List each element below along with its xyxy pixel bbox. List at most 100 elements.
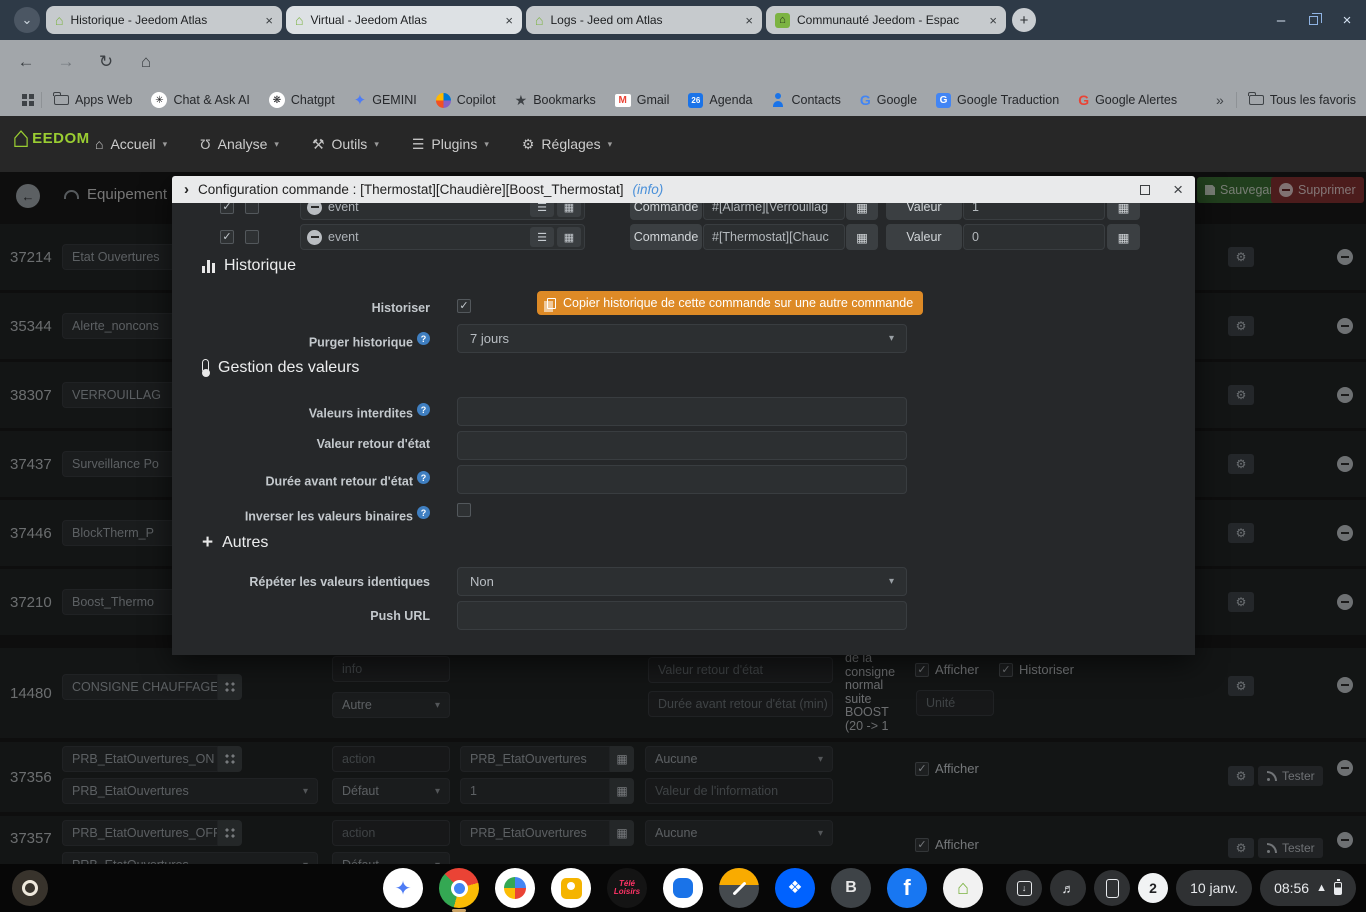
forbidden-values-input[interactable] <box>457 397 907 426</box>
bookmark-google-traduction[interactable]: GGoogle Traduction <box>936 93 1059 108</box>
window-minimize-button[interactable]: – <box>1266 0 1296 40</box>
event-checkbox[interactable]: ✓ <box>220 230 234 244</box>
browser-tab-logs[interactable]: ⌂ Logs - Jeed om Atlas × <box>526 6 762 34</box>
invert-binary-checkbox[interactable] <box>457 503 471 517</box>
launcher-button[interactable] <box>12 870 48 906</box>
forward-button[interactable]: → <box>46 52 86 72</box>
bookmark-bookmarks[interactable]: ★Bookmarks <box>515 92 596 109</box>
bookmarks-overflow-icon[interactable]: » <box>1216 92 1224 108</box>
tab-close-icon[interactable]: × <box>505 14 513 27</box>
bookmark-gemini[interactable]: ✦GEMINI <box>354 91 417 109</box>
remove-event-icon[interactable] <box>307 230 322 245</box>
facebook-app-icon[interactable]: f <box>887 868 927 908</box>
help-icon[interactable]: ? <box>417 471 430 484</box>
bookmark-copilot[interactable]: Copilot <box>436 93 496 108</box>
help-icon[interactable]: ? <box>417 506 430 519</box>
tab-close-icon[interactable]: × <box>265 14 273 27</box>
keep-app-icon[interactable] <box>551 868 591 908</box>
photos-app-icon[interactable] <box>495 868 535 908</box>
push-url-input[interactable] <box>457 601 907 630</box>
date-pill[interactable]: 10 janv. <box>1176 870 1252 906</box>
chrome-app-icon[interactable] <box>439 868 479 908</box>
browser-tab-historique[interactable]: ⌂ Historique - Jeedom Atlas × <box>46 6 282 34</box>
state-delay-input[interactable] <box>457 465 907 494</box>
all-bookmarks-folder[interactable]: Tous les favoris <box>1249 93 1356 107</box>
event-value-group[interactable]: event ☰ ▦ <box>300 203 585 220</box>
table-icon-button[interactable]: ▦ <box>1107 203 1140 220</box>
value-input[interactable]: 1 <box>963 203 1105 220</box>
dialog-title: Configuration commande : [Thermostat][Ch… <box>198 182 623 197</box>
stethoscope-icon: Ʊ <box>200 136 210 152</box>
messages-app-icon[interactable] <box>663 868 703 908</box>
copy-history-button[interactable]: Copier historique de cette commande sur … <box>537 291 923 315</box>
menu-analyse[interactable]: ƱAnalyse▾ <box>200 136 279 152</box>
event-checkbox-2[interactable] <box>245 230 259 244</box>
table-icon-button[interactable]: ▦ <box>846 203 878 220</box>
bookmark-chat-ask-ai[interactable]: ✳Chat & Ask AI <box>151 92 249 108</box>
dialog-header[interactable]: › Configuration commande : [Thermostat][… <box>172 176 1195 203</box>
remove-event-icon[interactable] <box>307 203 322 215</box>
tab-close-icon[interactable]: × <box>745 14 753 27</box>
new-tab-button[interactable]: + <box>1012 8 1036 32</box>
value-input[interactable]: 0 <box>963 224 1105 250</box>
notification-counter[interactable]: 2 <box>1138 873 1168 903</box>
bookmark-google[interactable]: GGoogle <box>860 92 917 108</box>
menu-accueil[interactable]: ⌂Accueil▾ <box>95 136 167 152</box>
state-return-input[interactable] <box>457 431 907 460</box>
list-icon[interactable]: ☰ <box>530 227 554 247</box>
menu-plugins[interactable]: ☰Plugins▾ <box>412 136 489 153</box>
b-app-icon[interactable]: B <box>831 868 871 908</box>
table-icon[interactable]: ▦ <box>557 203 581 217</box>
star-icon: ★ <box>515 92 528 109</box>
jeedom-app-icon[interactable]: ⌂ <box>943 868 983 908</box>
bookmark-chatgpt[interactable]: ❋Chatgpt <box>269 92 335 108</box>
command-ref-input[interactable]: #[Thermostat][Chauc <box>703 224 845 250</box>
command-ref-input[interactable]: #[Alarme][Verrouillag <box>703 203 845 220</box>
tab-search-button[interactable]: ⌄ <box>14 7 40 33</box>
dialog-maximize-icon[interactable] <box>1140 185 1150 195</box>
back-button[interactable]: ← <box>6 52 46 72</box>
folder-icon <box>1249 95 1264 105</box>
bookmark-apps-web[interactable]: Apps Web <box>54 93 132 107</box>
tools-app-icon[interactable] <box>719 868 759 908</box>
home-button[interactable]: ⌂ <box>126 52 166 72</box>
table-icon-button[interactable]: ▦ <box>846 224 878 250</box>
apps-grid-icon[interactable] <box>22 94 27 99</box>
event-value-group[interactable]: event ☰ ▦ <box>300 224 585 250</box>
event-checkbox[interactable]: ✓ <box>220 203 234 214</box>
jeedom-house-icon: ⌂ <box>12 124 30 151</box>
menu-reglages[interactable]: ⚙Réglages▾ <box>522 136 612 153</box>
forbidden-values-label: Valeurs interdites? <box>172 403 430 421</box>
help-icon[interactable]: ? <box>417 332 430 345</box>
window-restore-button[interactable] <box>1298 0 1328 40</box>
phone-hub-tray-icon[interactable] <box>1094 870 1130 906</box>
menu-outils[interactable]: ⚒Outils▾ <box>312 136 379 153</box>
browser-tab-virtual[interactable]: ⌂ Virtual - Jeedom Atlas × <box>286 6 522 34</box>
reload-button[interactable]: ↻ <box>86 52 126 72</box>
dialog-close-icon[interactable]: × <box>1173 181 1183 198</box>
dropbox-app-icon[interactable]: ❖ <box>775 868 815 908</box>
help-icon[interactable]: ? <box>417 403 430 416</box>
bookmark-google-alertes[interactable]: GGoogle Alertes <box>1078 92 1177 108</box>
repeat-values-select[interactable]: Non▾ <box>457 567 907 596</box>
list-icon[interactable]: ☰ <box>530 203 554 217</box>
jeedom-logo[interactable]: ⌂ EEDOM <box>12 124 90 151</box>
historiser-checkbox[interactable]: ✓ <box>457 299 471 313</box>
bookmark-gmail[interactable]: MGmail <box>615 93 670 107</box>
event-checkbox-2[interactable] <box>245 203 259 214</box>
gemini-app-icon[interactable]: ✦ <box>383 868 423 908</box>
table-icon[interactable]: ▦ <box>557 227 581 247</box>
bookmark-agenda[interactable]: 26Agenda <box>688 93 752 108</box>
window-close-button[interactable]: × <box>1332 0 1362 40</box>
table-icon-button[interactable]: ▦ <box>1107 224 1140 250</box>
translate-icon: G <box>936 93 951 108</box>
browser-tab-communaute[interactable]: ⌂ Communauté Jeedom - Espac × <box>766 6 1006 34</box>
status-tray[interactable]: 08:56 ▲ <box>1260 870 1356 906</box>
tab-close-icon[interactable]: × <box>989 14 997 27</box>
bookmark-contacts[interactable]: Contacts <box>771 93 840 107</box>
screen-capture-tray-icon[interactable]: ↓ <box>1006 870 1042 906</box>
event-row: ✓ event ☰ ▦ Commande #[Thermostat][Chauc… <box>172 224 1195 250</box>
media-playlist-tray-icon[interactable]: ♬ <box>1050 870 1086 906</box>
tele-loisirs-app-icon[interactable]: Télé Loisirs <box>607 868 647 908</box>
purge-select[interactable]: 7 jours▾ <box>457 324 907 353</box>
